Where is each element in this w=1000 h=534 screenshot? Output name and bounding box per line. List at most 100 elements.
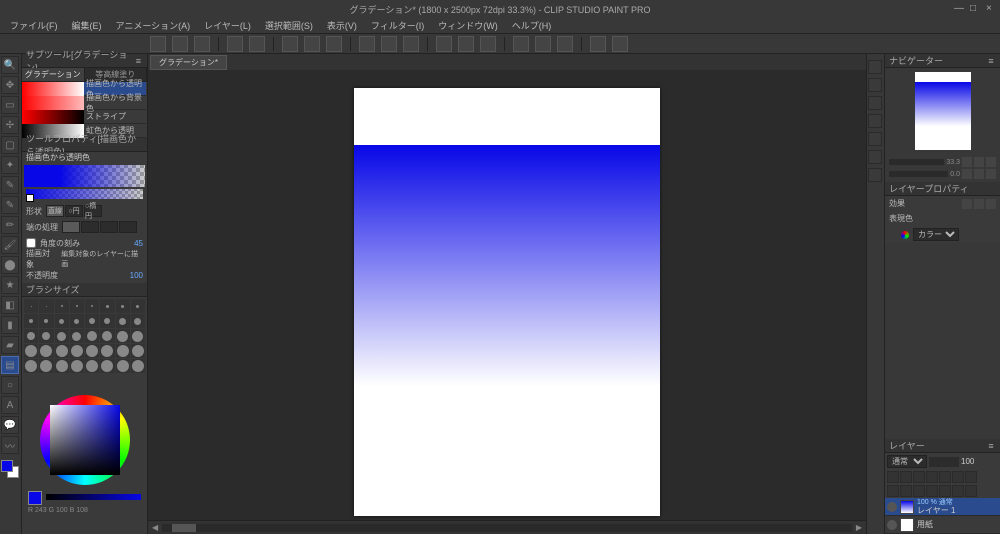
layer-opacity-slider[interactable] [929, 457, 959, 467]
tool-fill[interactable]: ▰ [1, 336, 19, 354]
layer-action-icon[interactable] [913, 485, 925, 497]
layer-action-icon[interactable] [913, 471, 925, 483]
visibility-icon[interactable] [887, 502, 897, 512]
edge-opt-3[interactable] [119, 221, 137, 233]
layer-action-icon[interactable] [965, 471, 977, 483]
layer-action-icon[interactable] [939, 485, 951, 497]
toolbar-hand-icon[interactable] [381, 36, 397, 52]
dock-stub-icon[interactable] [868, 96, 882, 110]
dock-stub-icon[interactable] [868, 168, 882, 182]
edge-opt-2[interactable] [100, 221, 118, 233]
brushsize-cell[interactable] [85, 344, 99, 358]
toolbar-misc2-icon[interactable] [612, 36, 628, 52]
color-chip[interactable] [28, 491, 42, 505]
brushsize-cell[interactable] [100, 314, 114, 328]
zoom-fit-button[interactable] [986, 157, 996, 167]
preset-item-1[interactable]: 描画色から背景色 [84, 96, 146, 110]
tool-zoom[interactable]: 🔍 [1, 56, 19, 74]
menu-animation[interactable]: アニメーション(A) [110, 19, 197, 32]
brushsize-cell[interactable] [55, 299, 69, 313]
subtool-tab-gradient[interactable]: グラデーション [22, 68, 85, 81]
brushsize-cell[interactable] [116, 359, 130, 373]
rotate-reset-button[interactable] [986, 169, 996, 179]
layer-action-icon[interactable] [926, 485, 938, 497]
hue-slider[interactable] [46, 494, 141, 500]
brushsize-cell[interactable] [24, 299, 38, 313]
toolbar-grid-icon[interactable] [480, 36, 496, 52]
toolbar-redo-icon[interactable] [249, 36, 265, 52]
scroll-right-icon[interactable]: ▶ [856, 523, 862, 532]
preset-preview-1[interactable] [22, 96, 84, 110]
dock-stub-icon[interactable] [868, 150, 882, 164]
shape-circle[interactable]: ○円 [65, 205, 83, 217]
brushsize-cell[interactable] [55, 359, 69, 373]
toolbar-zoom-icon[interactable] [359, 36, 375, 52]
brushsize-cell[interactable] [116, 329, 130, 343]
maximize-button[interactable]: □ [970, 4, 980, 14]
layer-action-icon[interactable] [900, 471, 912, 483]
foreground-color-swatch[interactable] [1, 460, 13, 472]
menu-filter[interactable]: フィルター(I) [365, 19, 430, 32]
brushsize-cell[interactable] [39, 359, 53, 373]
tool-pencil[interactable]: ✏ [1, 216, 19, 234]
angle-step-checkbox[interactable] [26, 238, 36, 248]
brushsize-cell[interactable] [70, 314, 84, 328]
layer-item[interactable]: 100 % 通常 レイヤー 1 [885, 498, 1000, 516]
toolbar-ruler-icon[interactable] [458, 36, 474, 52]
toolbar-snap-icon[interactable] [513, 36, 529, 52]
shape-linear[interactable]: 直線 [46, 205, 64, 217]
layer-action-icon[interactable] [887, 485, 899, 497]
preset-preview-0[interactable] [22, 82, 84, 96]
brushsize-cell[interactable] [70, 344, 84, 358]
brushsize-cell[interactable] [24, 329, 38, 343]
scroll-track[interactable] [162, 524, 852, 532]
menu-layer[interactable]: レイヤー(L) [198, 19, 257, 32]
tool-gradient[interactable]: ▤ [1, 356, 19, 374]
tool-pen[interactable]: ✎ [1, 196, 19, 214]
brushsize-cell[interactable] [24, 344, 38, 358]
expression-mode-select[interactable]: カラー [913, 228, 959, 241]
brushsize-cell[interactable] [100, 359, 114, 373]
effect-btn[interactable] [974, 199, 984, 209]
toolbar-select-icon[interactable] [436, 36, 452, 52]
zoom-out-button[interactable] [962, 157, 972, 167]
brushsize-cell[interactable] [55, 329, 69, 343]
brushsize-cell[interactable] [85, 314, 99, 328]
menu-selection[interactable]: 選択範囲(S) [259, 19, 319, 32]
rotate-left-button[interactable] [962, 169, 972, 179]
tool-eyedropper[interactable]: ✎ [1, 176, 19, 194]
brushsize-cell[interactable] [100, 344, 114, 358]
edge-opt-0[interactable] [62, 221, 80, 233]
dock-stub-icon[interactable] [868, 60, 882, 74]
brushsize-cell[interactable] [24, 359, 38, 373]
tool-brush[interactable]: 🖌 [1, 236, 19, 254]
brushsize-cell[interactable] [39, 299, 53, 313]
canvas[interactable] [354, 88, 660, 516]
color-swatch[interactable] [1, 460, 19, 478]
brushsize-cell[interactable] [55, 314, 69, 328]
toolbar-rotate-icon[interactable] [403, 36, 419, 52]
effect-btn[interactable] [986, 199, 996, 209]
brushsize-cell[interactable] [39, 329, 53, 343]
toolbar-cut-icon[interactable] [282, 36, 298, 52]
brushsize-cell[interactable] [131, 329, 145, 343]
layer-item[interactable]: 用紙 [885, 516, 1000, 534]
toolbar-new-icon[interactable] [150, 36, 166, 52]
toolbar-snap2-icon[interactable] [535, 36, 551, 52]
navigator-menu-icon[interactable]: ≡ [986, 56, 996, 66]
layer-action-icon[interactable] [939, 471, 951, 483]
tool-figure[interactable]: ○ [1, 376, 19, 394]
document-tab[interactable]: グラデーション* [150, 55, 227, 70]
brushsize-cell[interactable] [131, 344, 145, 358]
blend-mode-select[interactable]: 通常 [887, 455, 927, 468]
tool-autoselect[interactable]: ✦ [1, 156, 19, 174]
brushsize-cell[interactable] [70, 359, 84, 373]
dock-stub-icon[interactable] [868, 132, 882, 146]
toolbar-save-icon[interactable] [194, 36, 210, 52]
tool-eraser[interactable]: ◧ [1, 296, 19, 314]
effect-btn[interactable] [962, 199, 972, 209]
navigator-thumbnail[interactable] [915, 72, 971, 150]
dock-stub-icon[interactable] [868, 114, 882, 128]
tool-blend[interactable]: ▮ [1, 316, 19, 334]
close-button[interactable]: × [986, 4, 996, 14]
